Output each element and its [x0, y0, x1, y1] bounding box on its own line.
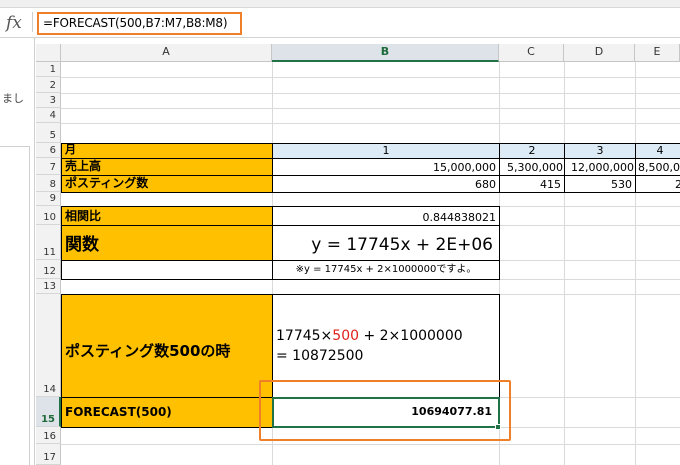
row-header[interactable]: 1 [36, 62, 61, 77]
gridline [61, 123, 680, 124]
row-header-selected[interactable]: 15 [36, 397, 61, 427]
gridline [61, 77, 680, 78]
row-header[interactable]: 12 [36, 260, 61, 279]
row-header[interactable]: 8 [36, 175, 61, 192]
column-header-d[interactable]: D [564, 44, 635, 62]
row-header[interactable]: 7 [36, 158, 61, 175]
calc-line-1: 17745×500 + 2×1000000 [276, 328, 463, 344]
cell-e7[interactable]: 8,500,0 [635, 158, 680, 176]
cell-b11[interactable]: y = 17745x + 2E+06 [272, 225, 500, 261]
gridline [61, 444, 680, 445]
cell-a8[interactable]: ポスティング数 [61, 175, 273, 193]
row-header[interactable]: 10 [36, 206, 61, 225]
formula-bar-divider [32, 12, 33, 32]
row-header[interactable]: 17 [36, 444, 61, 465]
cell-c6[interactable]: 2 [499, 143, 565, 159]
cell-b8[interactable]: 680 [272, 175, 500, 193]
column-header-a[interactable]: A [61, 44, 272, 62]
cell-b12[interactable]: ※y = 17745x + 2×1000000ですよ。 [272, 260, 500, 280]
ribbon-edge [0, 0, 680, 8]
cell-a15[interactable]: FORECAST(500) [61, 397, 273, 428]
row-header[interactable]: 2 [36, 77, 61, 93]
gridline [61, 108, 680, 109]
cell-a10[interactable]: 相関比 [61, 206, 273, 226]
cell-e6[interactable]: 4 [635, 143, 680, 159]
row-header[interactable]: 3 [36, 93, 61, 108]
column-header-b[interactable]: B [272, 44, 499, 62]
row-header[interactable]: 5 [36, 123, 61, 143]
cell-b10[interactable]: 0.844838021 [272, 206, 500, 226]
cell-c7[interactable]: 5,300,000 [499, 158, 565, 176]
cell-e8[interactable]: 2 [635, 175, 680, 193]
gridline [61, 93, 680, 94]
row-header[interactable]: 4 [36, 108, 61, 123]
cell-a12[interactable] [61, 260, 273, 280]
cell-a14[interactable]: ポスティング数500の時 [61, 294, 273, 398]
formula-input[interactable]: =FORECAST(500,B7:M7,B8:M8) [37, 12, 242, 35]
highlight-value: 500 [332, 328, 360, 344]
cell-a7[interactable]: 売上高 [61, 158, 273, 176]
select-all-corner[interactable] [36, 44, 61, 62]
column-header-e[interactable]: E [635, 44, 680, 62]
row-header[interactable]: 16 [36, 427, 61, 444]
cell-c8[interactable]: 415 [499, 175, 565, 193]
side-panel-box [0, 146, 30, 465]
cell-d8[interactable]: 530 [564, 175, 636, 193]
row-header[interactable]: 13 [36, 279, 61, 294]
cell-d6[interactable]: 3 [564, 143, 636, 159]
callout-highlight [259, 380, 511, 441]
row-header[interactable]: 11 [36, 225, 61, 260]
cell-b7[interactable]: 15,000,000 [272, 158, 500, 176]
row-header[interactable]: 6 [36, 143, 61, 158]
cell-b6[interactable]: 1 [272, 143, 500, 159]
cell-d7[interactable]: 12,000,000 [564, 158, 636, 176]
row-header[interactable]: 14 [36, 294, 61, 397]
side-panel-text: まし [2, 92, 24, 105]
cell-a11[interactable]: 関数 [61, 225, 273, 261]
calc-line-2: = 10872500 [276, 348, 364, 364]
fx-icon[interactable]: fx [6, 12, 30, 34]
cell-a6[interactable]: 月 [61, 143, 273, 159]
row-header[interactable]: 9 [36, 192, 61, 206]
column-header-c[interactable]: C [499, 44, 564, 62]
